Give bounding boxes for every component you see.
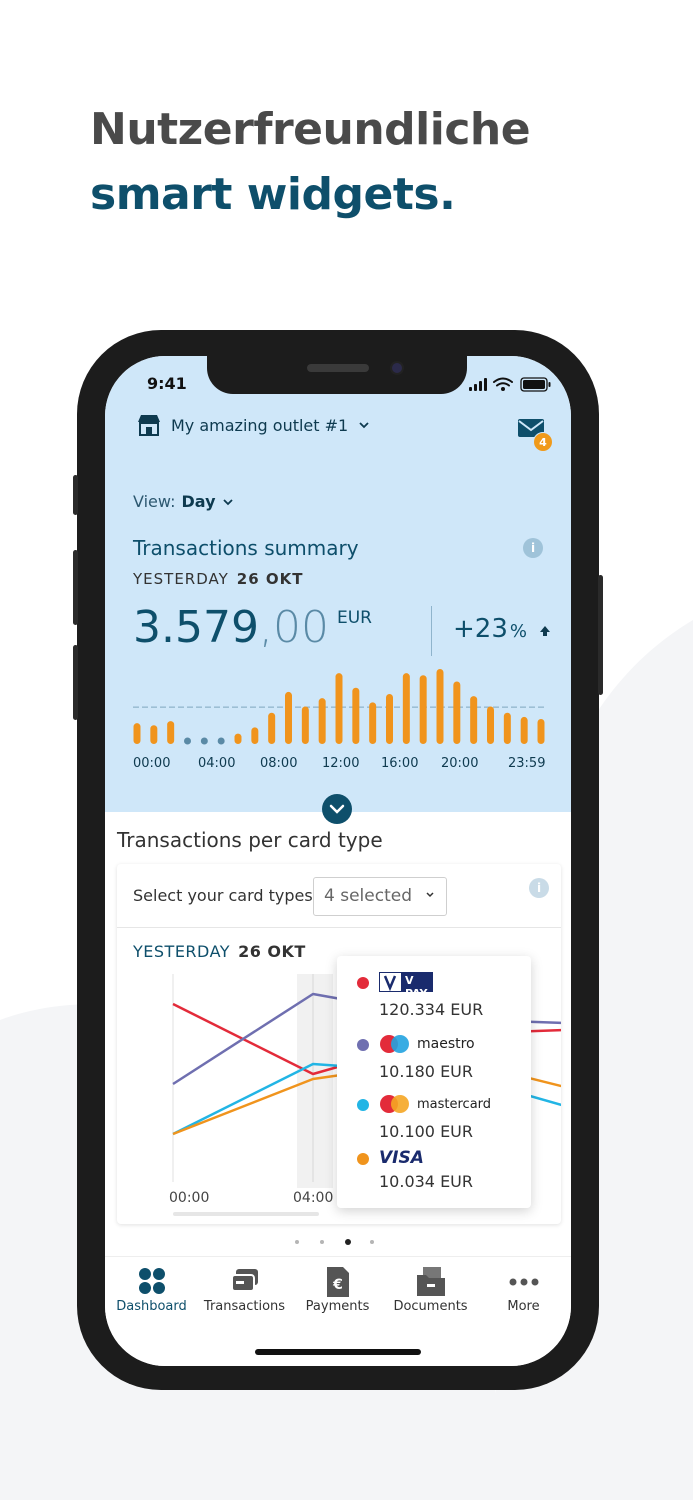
phone-power-button <box>598 575 603 695</box>
bar-x-tick-label: 12:00 <box>322 756 360 771</box>
tab-dashboard[interactable]: Dashboard <box>105 1257 198 1327</box>
bar-zero-point <box>217 737 225 745</box>
page-dot[interactable] <box>370 1240 374 1244</box>
hourly-bar-chart <box>133 669 545 745</box>
mastercard-value: 10.100 EUR <box>379 1122 474 1141</box>
headline-line1: Nutzerfreundliche <box>90 104 531 155</box>
phone-notch <box>207 356 467 394</box>
documents-icon <box>417 1267 445 1296</box>
bar <box>537 719 545 744</box>
mastercard-icon <box>380 1095 409 1113</box>
hover-band <box>297 974 333 1188</box>
bar <box>251 727 259 744</box>
bar <box>520 716 528 744</box>
tab-label: More <box>507 1299 540 1314</box>
bar-x-tick-label: 04:00 <box>198 756 236 771</box>
mastercard-label: mastercard <box>417 1096 492 1112</box>
line-x-tick-label: 04:00 <box>293 1190 334 1206</box>
app-screen: 9:41 My amazing outlet #1 4 View: Day Tr… <box>105 356 571 1366</box>
tab-payments[interactable]: € Payments <box>291 1257 384 1327</box>
home-indicator <box>255 1349 421 1355</box>
transactions-icon <box>231 1269 258 1292</box>
svg-text:€: € <box>332 1277 343 1293</box>
bar-x-tick-label: 23:59 <box>508 756 546 771</box>
bar <box>335 673 343 744</box>
bar <box>352 687 360 744</box>
phone-volume-down-button <box>73 645 78 720</box>
tab-label: Transactions <box>203 1299 286 1314</box>
bar <box>285 691 292 744</box>
bar-x-tick-label: 16:00 <box>381 756 419 771</box>
bar-x-tick-label: 08:00 <box>260 756 298 771</box>
visa-label: VISA <box>379 1148 424 1168</box>
maestro-value: 10.180 EUR <box>379 1062 474 1081</box>
tab-label: Payments <box>305 1299 370 1314</box>
collapse-button[interactable] <box>322 794 352 824</box>
bar <box>301 706 309 744</box>
line-x-tick-label: 00:00 <box>169 1190 210 1206</box>
vpay-dot <box>357 977 369 989</box>
tab-documents[interactable]: Documents <box>384 1257 477 1327</box>
bar <box>167 721 175 744</box>
bar <box>268 712 276 744</box>
maestro-dot <box>357 1039 369 1051</box>
phone-volume-up-button <box>73 550 78 625</box>
page-dot[interactable] <box>320 1240 324 1244</box>
page-indicator <box>295 1238 385 1246</box>
phone-mute-button <box>73 475 78 515</box>
phone-frame: 9:41 My amazing outlet #1 4 View: Day Tr… <box>73 330 603 1390</box>
bar <box>419 675 427 744</box>
bar <box>133 723 141 744</box>
bar <box>386 694 393 744</box>
headline-line2: smart widgets. <box>90 169 456 220</box>
bar-x-tick-label: 00:00 <box>133 756 171 771</box>
tab-transactions[interactable]: Transactions <box>198 1257 291 1327</box>
maestro-logo: maestro <box>379 1032 475 1056</box>
mastercard-logo: mastercard <box>379 1092 491 1116</box>
bar-x-tick-label: 20:00 <box>441 756 479 771</box>
visa-logo: VISA <box>379 1146 424 1170</box>
headline: Nutzerfreundliche smart widgets. <box>90 100 531 230</box>
page-dot[interactable] <box>345 1239 351 1245</box>
bar <box>234 733 242 744</box>
tab-more[interactable]: More <box>477 1257 570 1327</box>
bar <box>150 725 158 744</box>
tab-label: Dashboard <box>116 1299 187 1314</box>
dashboard-icon <box>139 1268 165 1294</box>
page-dot[interactable] <box>295 1240 299 1244</box>
bar <box>436 669 444 744</box>
bar <box>318 698 326 744</box>
chevron-down-icon <box>329 804 345 814</box>
bar-zero-point <box>200 737 208 745</box>
bar <box>453 681 461 744</box>
chart-scrollbar[interactable] <box>173 1212 319 1216</box>
more-icon <box>509 1278 539 1286</box>
vpay-logo: V PAY <box>379 970 433 1000</box>
vpay-label: V PAY <box>405 974 428 1000</box>
chart-tooltip: V PAY 120.334 EUR maestro 10.180 EUR mas… <box>337 956 531 1208</box>
bar <box>503 712 511 744</box>
bar <box>487 706 494 744</box>
card-types-title: Transactions per card type <box>117 828 383 852</box>
visa-dot <box>357 1153 369 1165</box>
visa-value: 10.034 EUR <box>379 1172 474 1191</box>
bar-zero-point <box>184 737 191 745</box>
maestro-icon <box>380 1035 409 1053</box>
tab-label: Documents <box>393 1299 468 1314</box>
speaker-grille <box>307 364 369 372</box>
bar <box>402 673 410 744</box>
maestro-label: maestro <box>417 1036 475 1052</box>
vpay-value: 120.334 EUR <box>379 1000 484 1019</box>
bar <box>369 702 377 744</box>
camera-icon <box>390 361 404 375</box>
bar <box>470 696 478 744</box>
mastercard-dot <box>357 1099 369 1111</box>
payments-icon: € <box>327 1267 349 1297</box>
